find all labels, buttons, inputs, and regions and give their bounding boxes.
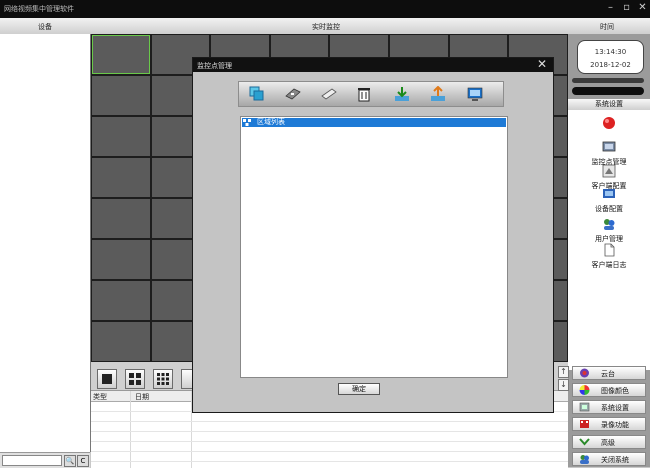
dialog-toolbar (238, 81, 504, 107)
monitor-point-icon (602, 141, 616, 152)
row-line (91, 451, 568, 452)
status-slot (572, 78, 644, 83)
layout-2x2-button[interactable] (125, 369, 145, 389)
layout-3x3-button[interactable] (153, 369, 173, 389)
add-device-icon[interactable] (285, 86, 301, 102)
device-header: 设备 (38, 23, 52, 31)
close-icon[interactable]: ✕ (636, 2, 649, 15)
layout-1x1-button[interactable] (97, 369, 117, 389)
menu-device-config[interactable]: 设备配置 (568, 185, 650, 217)
record-button-icon (603, 117, 615, 129)
scroll-down-arrow[interactable]: ↓ (558, 379, 569, 391)
menu-client-log[interactable]: 客户端日志 (568, 241, 650, 273)
close-system-button[interactable]: 关闭系统 (572, 452, 646, 466)
dialog-close-icon[interactable]: ✕ (537, 58, 547, 71)
live-monitor-header: 实时监控 (312, 23, 340, 31)
app-title: 网络视频集中管理软件 (4, 5, 74, 13)
search-icon[interactable]: 🔍 (64, 455, 76, 467)
maximize-icon[interactable]: ▫ (620, 2, 633, 15)
row-line (91, 421, 568, 422)
status-slot (572, 87, 644, 95)
advanced-label: 高级 (601, 439, 615, 447)
dialog-title-bar[interactable]: 监控点管理 ✕ (193, 58, 553, 72)
video-cell[interactable] (92, 199, 150, 238)
dialog-title: 监控点管理 (197, 62, 232, 70)
scroll-up-arrow[interactable]: ↑ (558, 366, 569, 378)
image-color-button[interactable]: 图像颜色 (572, 383, 646, 397)
monitor-point-dialog: 监控点管理 ✕ 区域列表 确定 (192, 57, 554, 413)
chevron-down-icon (579, 438, 590, 446)
layout-1x1-icon (102, 374, 112, 384)
settings-menu: 监控点管理 客户端配置 设备配置 用户管理 客户端日志 (568, 110, 650, 370)
system-settings-button[interactable]: 系统设置 (572, 400, 646, 414)
edit-icon[interactable] (321, 86, 337, 102)
video-cell[interactable] (92, 322, 150, 361)
trash-icon[interactable] (356, 86, 372, 102)
add-area-icon[interactable] (249, 86, 265, 102)
row-line (91, 441, 568, 442)
device-config-icon (603, 189, 615, 198)
col-date[interactable]: 日期 (135, 392, 149, 402)
device-search-input[interactable] (2, 455, 62, 466)
clock-time: 13:14:30 (594, 48, 627, 56)
ptz-label: 云台 (601, 370, 615, 378)
clock-display: 13:14:30 2018-12-02 (577, 40, 644, 74)
record-function-label: 录像功能 (601, 421, 629, 429)
layout-3x3-icon (157, 373, 169, 385)
image-color-label: 图像颜色 (601, 387, 629, 395)
users-icon (580, 455, 589, 464)
confirm-button[interactable]: 确定 (338, 383, 380, 395)
ptz-button[interactable]: 云台 (572, 366, 646, 380)
clock-date: 2018-12-02 (590, 61, 631, 69)
advanced-button[interactable]: 高级 (572, 435, 646, 449)
monitor-icon[interactable] (467, 86, 483, 102)
row-line (91, 461, 568, 462)
title-bar: 网络视频集中管理软件 – ▫ ✕ (0, 0, 650, 18)
color-wheel-icon (579, 385, 590, 395)
import-icon[interactable] (394, 86, 410, 102)
close-system-label: 关闭系统 (601, 456, 629, 464)
settings-icon (579, 402, 590, 412)
right-control-panel: 13:14:30 2018-12-02 系统设置 监控点管理 客户端配置 设备配… (558, 34, 650, 467)
system-settings-header[interactable]: 系统设置 (568, 99, 650, 110)
minimize-icon[interactable]: – (604, 2, 617, 15)
tree-item-label: 区域列表 (257, 118, 285, 126)
device-search-bar: 🔍 C (0, 452, 90, 468)
video-cell[interactable] (92, 117, 150, 156)
layout-2x2-icon (129, 373, 141, 385)
time-header: 时间 (600, 23, 614, 31)
refresh-icon[interactable]: C (77, 455, 89, 467)
column-header-row: 设备 实时监控 时间 (0, 18, 650, 35)
video-cell[interactable] (92, 76, 150, 115)
device-tree-panel[interactable] (0, 34, 91, 452)
users-icon (604, 219, 615, 230)
network-icon (243, 119, 251, 126)
client-log-icon (604, 243, 615, 257)
col-divider (130, 391, 131, 468)
video-cell[interactable] (92, 281, 150, 320)
ptz-icon (580, 368, 589, 378)
menu-label: 客户端日志 (591, 261, 627, 269)
system-settings-label: 系统设置 (601, 404, 629, 412)
client-config-icon (602, 164, 616, 178)
tree-item-area-list[interactable]: 区域列表 (242, 118, 506, 127)
film-icon (580, 420, 589, 428)
menu-label: 设备配置 (595, 205, 623, 213)
area-tree[interactable]: 区域列表 (240, 116, 508, 378)
video-cell[interactable] (92, 35, 150, 74)
video-cell[interactable] (92, 158, 150, 197)
row-line (91, 431, 568, 432)
export-icon[interactable] (430, 86, 446, 102)
col-type[interactable]: 类型 (93, 392, 107, 402)
video-cell[interactable] (92, 240, 150, 279)
record-function-button[interactable]: 录像功能 (572, 417, 646, 431)
